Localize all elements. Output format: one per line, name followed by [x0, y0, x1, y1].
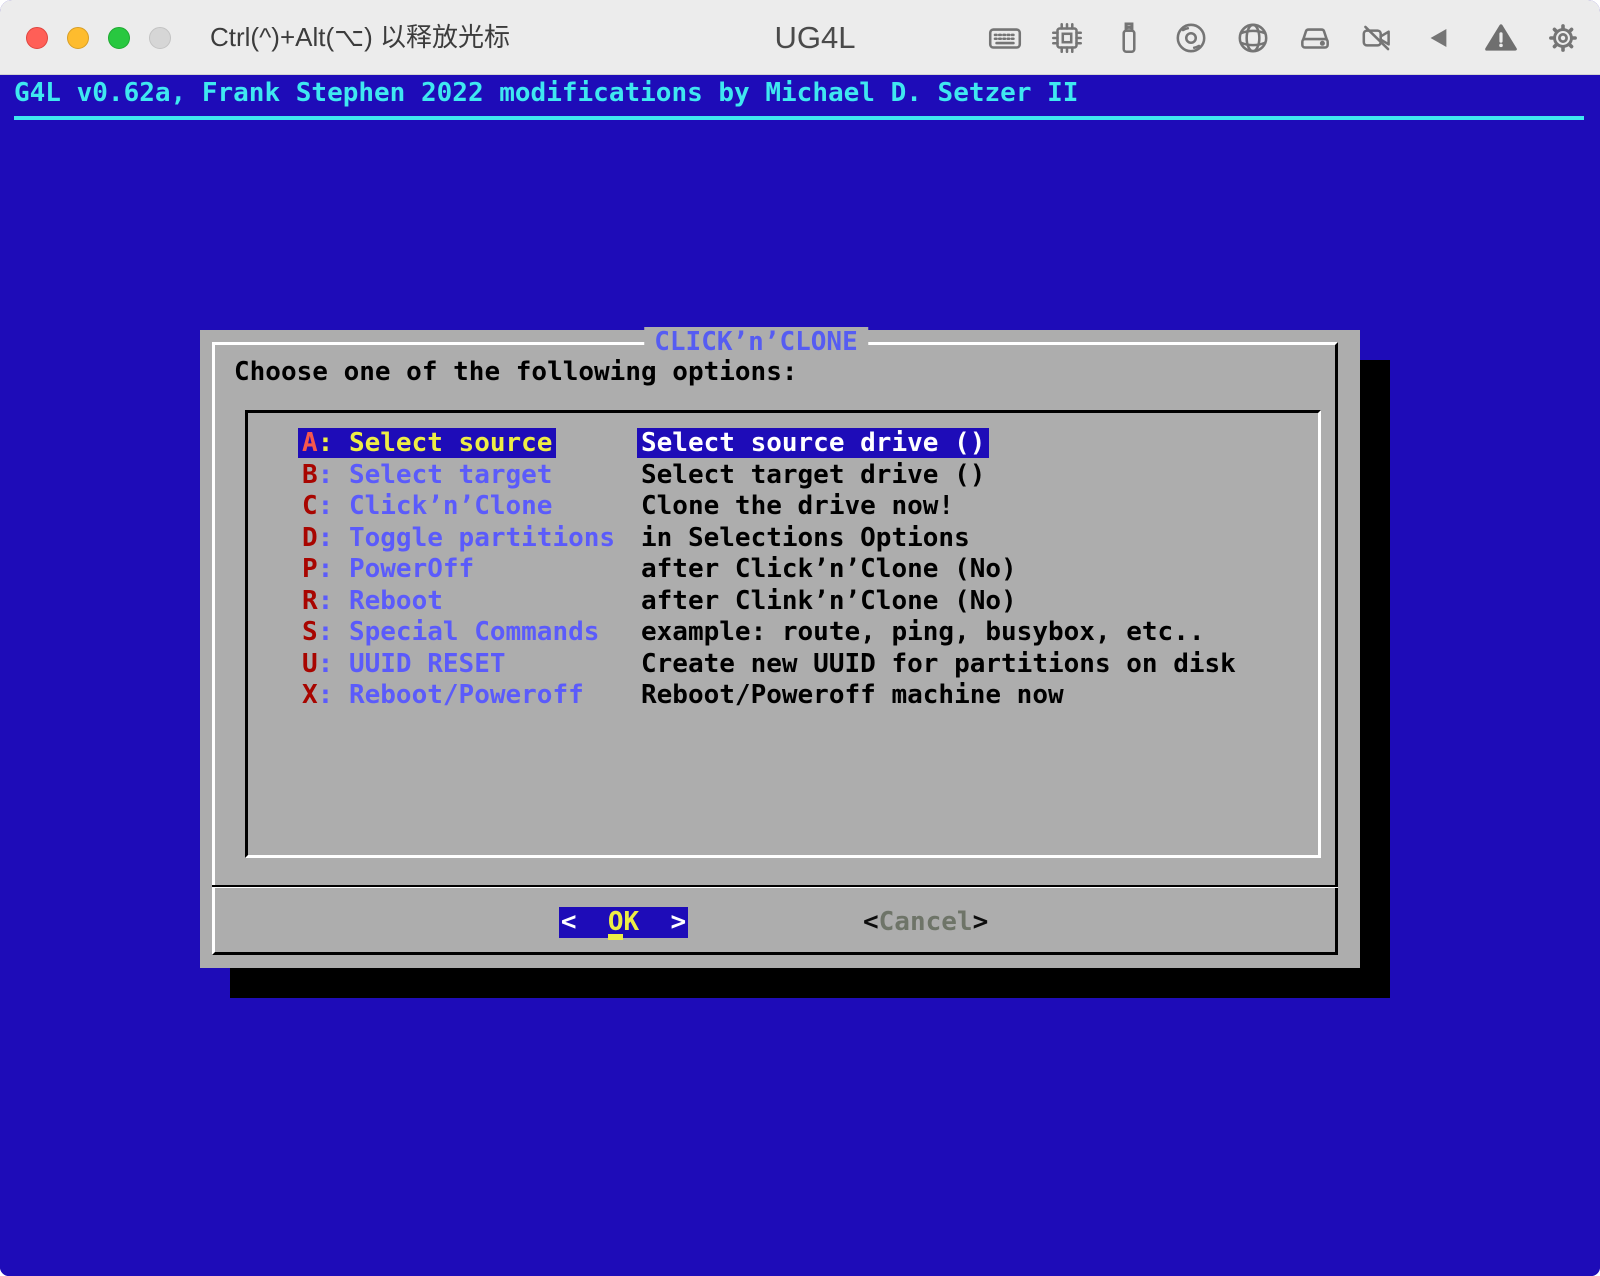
menu-item-u[interactable]: U: UUID RESET Create new UUID for partit…: [248, 649, 1318, 681]
menu-item-tag-cell: C: Click’n’Clone: [298, 491, 556, 521]
menu-item-key: B: [302, 460, 318, 490]
window-title: UG4L: [775, 0, 856, 75]
camera-off-icon[interactable]: [1358, 19, 1396, 57]
ok-label: OK: [608, 907, 639, 937]
menu-rows: A: Select source Select source drive () …: [248, 413, 1318, 855]
menu-item-tag: : Reboot/Poweroff: [318, 680, 584, 710]
ok-hotkey-cursor: [608, 934, 623, 940]
menu-item-desc: Clone the drive now!: [637, 491, 958, 521]
menu-item-a[interactable]: A: Select source Select source drive (): [248, 428, 1318, 460]
menu-item-tag-cell: X: Reboot/Poweroff: [298, 680, 588, 710]
menu-item-tag: : PowerOff: [318, 554, 475, 584]
menu-item-desc: in Selections Options: [637, 523, 974, 553]
header-divider: [14, 116, 1584, 120]
cancel-button[interactable]: <Cancel>: [863, 907, 988, 938]
cpu-icon[interactable]: [1048, 19, 1086, 57]
menu-item-tag: : Reboot: [318, 586, 443, 616]
menu-item-key: P: [302, 554, 318, 584]
menu-item-key: C: [302, 491, 318, 521]
g4l-version-header: G4L v0.62a, Frank Stephen 2022 modificat…: [14, 78, 1078, 108]
menu-item-tag-cell: A: Select source: [298, 428, 556, 458]
menu-item-key: D: [302, 523, 318, 553]
optical-disc-icon[interactable]: [1172, 19, 1210, 57]
capture-hint-label: Ctrl(^)+Alt(⌥) 以释放光标: [210, 0, 510, 75]
minimize-button[interactable]: [67, 27, 89, 49]
menu-item-desc: Reboot/Poweroff machine now: [637, 680, 1068, 710]
menu-item-s[interactable]: S: Special Commands example: route, ping…: [248, 617, 1318, 649]
menu-item-r[interactable]: R: Reboot after Clink’n’Clone (No): [248, 586, 1318, 618]
menu-item-tag-cell: P: PowerOff: [298, 554, 478, 584]
vm-window: Ctrl(^)+Alt(⌥) 以释放光标 UG4L: [0, 0, 1600, 1276]
menu-item-b[interactable]: B: Select target Select target drive (): [248, 460, 1318, 492]
menu-item-key: U: [302, 649, 318, 679]
traffic-lights: [26, 27, 171, 49]
menu-item-desc: Select source drive (): [637, 428, 989, 458]
menu-item-tag: : Click’n’Clone: [318, 491, 553, 521]
menu-item-tag: : Toggle partitions: [318, 523, 615, 553]
network-globe-icon[interactable]: [1234, 19, 1272, 57]
menu-item-tag-cell: U: UUID RESET: [298, 649, 510, 679]
cancel-left-bracket: <: [863, 907, 879, 937]
ok-right-bracket: >: [670, 907, 686, 937]
menu-item-key: S: [302, 617, 318, 647]
menu-item-tag: : Select source: [318, 428, 553, 458]
click-n-clone-dialog: CLICK’n’CLONE Choose one of the followin…: [200, 330, 1360, 968]
menu-item-desc: after Clink’n’Clone (No): [637, 586, 1021, 616]
menu-item-tag: : UUID RESET: [318, 649, 506, 679]
menu-item-p[interactable]: P: PowerOff after Click’n’Clone (No): [248, 554, 1318, 586]
ok-button[interactable]: < OK >: [559, 907, 688, 938]
menu-item-d[interactable]: D: Toggle partitions in Selections Optio…: [248, 523, 1318, 555]
menu-item-tag-cell: D: Toggle partitions: [298, 523, 619, 553]
menu-item-desc: Create new UUID for partitions on disk: [637, 649, 1240, 679]
cancel-label: Cancel: [879, 907, 973, 937]
cancel-right-bracket: >: [973, 907, 989, 937]
menu-item-key: X: [302, 680, 318, 710]
warning-icon[interactable]: [1482, 19, 1520, 57]
settings-gear-icon[interactable]: [1544, 19, 1582, 57]
menu-item-tag: : Select target: [318, 460, 553, 490]
ok-left-bracket: <: [561, 907, 577, 937]
close-button[interactable]: [26, 27, 48, 49]
dialog-title: CLICK’n’CLONE: [644, 327, 868, 357]
window-titlebar: Ctrl(^)+Alt(⌥) 以释放光标 UG4L: [0, 0, 1600, 75]
menu-item-key: R: [302, 586, 318, 616]
console-screen: G4L v0.62a, Frank Stephen 2022 modificat…: [0, 75, 1600, 1276]
extra-window-button[interactable]: [149, 27, 171, 49]
hard-drive-icon[interactable]: [1296, 19, 1334, 57]
vm-toolbar: [986, 0, 1582, 75]
menu-item-key: A: [302, 428, 318, 458]
menu-item-tag-cell: S: Special Commands: [298, 617, 603, 647]
button-separator: [212, 885, 1338, 888]
zoom-button[interactable]: [108, 27, 130, 49]
menu-item-desc: example: route, ping, busybox, etc..: [637, 617, 1209, 647]
usb-drive-icon[interactable]: [1110, 19, 1148, 57]
menu-item-desc: Select target drive (): [637, 460, 989, 490]
keyboard-icon[interactable]: [986, 19, 1024, 57]
menu-item-tag-cell: R: Reboot: [298, 586, 447, 616]
dialog-prompt: Choose one of the following options:: [234, 357, 798, 387]
menu-item-x[interactable]: X: Reboot/Poweroff Reboot/Poweroff machi…: [248, 680, 1318, 712]
menu-item-tag: : Special Commands: [318, 617, 600, 647]
menu-item-c[interactable]: C: Click’n’Clone Clone the drive now!: [248, 491, 1318, 523]
options-menu: A: Select source Select source drive () …: [245, 410, 1321, 858]
menu-item-tag-cell: B: Select target: [298, 460, 556, 490]
menu-item-desc: after Click’n’Clone (No): [637, 554, 1021, 584]
back-arrow-icon[interactable]: [1420, 19, 1458, 57]
